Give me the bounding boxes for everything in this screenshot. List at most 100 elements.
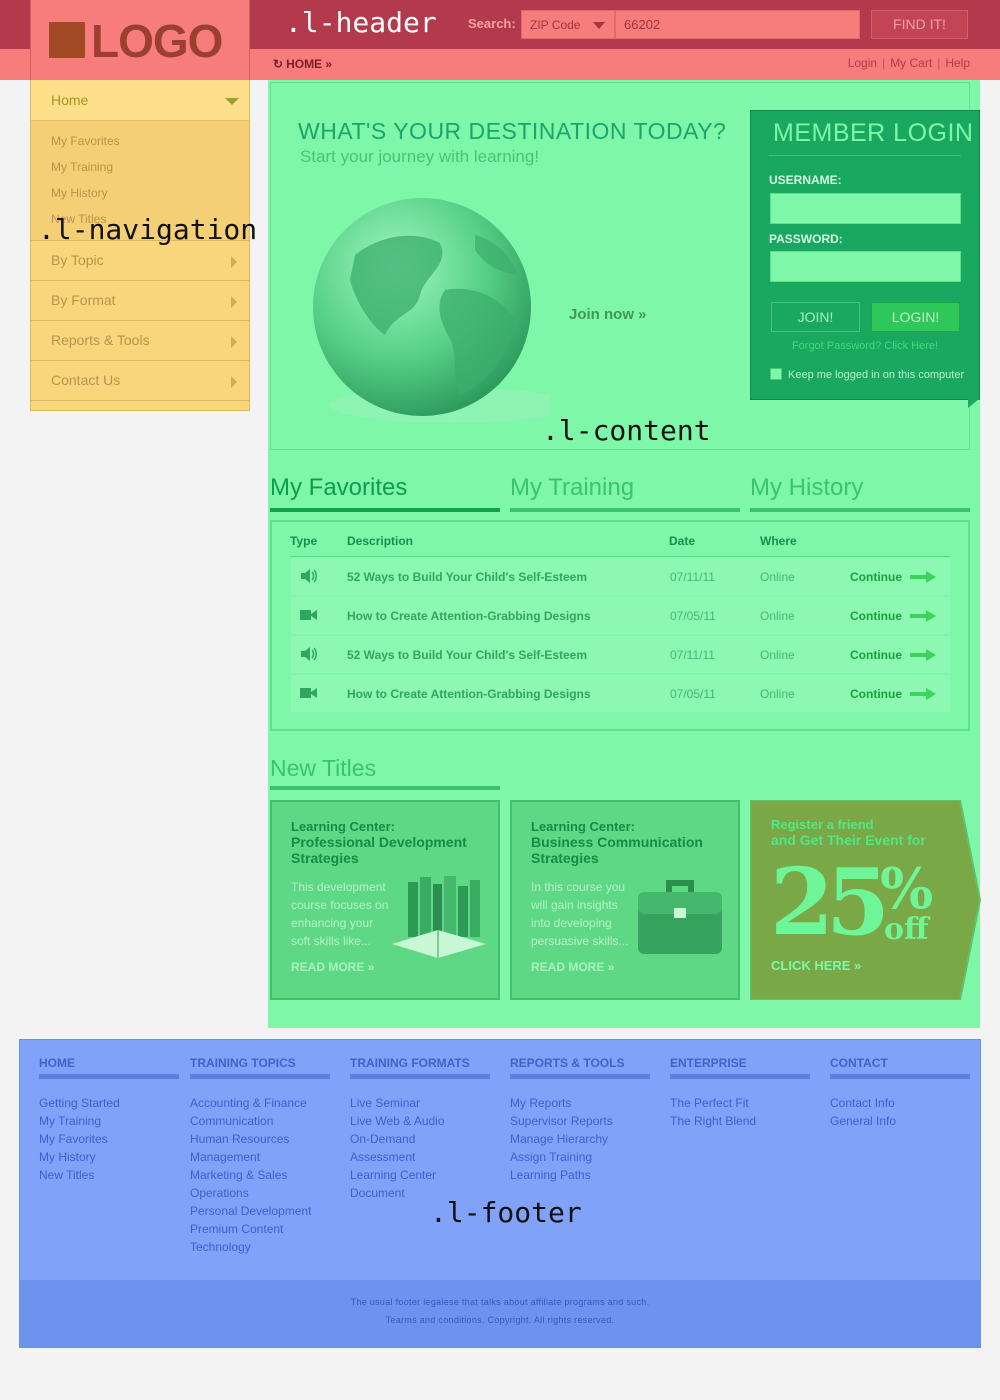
login-link[interactable]: Login [848,56,877,70]
read-more-link[interactable]: READ MORE » [291,960,374,974]
footer-link[interactable]: My Favorites [39,1132,179,1150]
my-cart-link[interactable]: My Cart [890,56,932,70]
footer-link[interactable]: Human Resources [190,1132,330,1150]
search-type-select[interactable]: ZIP Code [521,10,615,39]
row-description[interactable]: 52 Ways to Build Your Child's Self-Estee… [347,570,587,584]
nav-item-label: By Topic [51,252,104,268]
login-button[interactable]: LOGIN! [871,302,960,332]
navigation-annotation: .l-navigation [38,213,258,246]
join-button[interactable]: JOIN! [771,302,860,332]
footer-heading-rule [510,1074,650,1079]
footer-link[interactable]: Manage Hierarchy [510,1132,650,1150]
footer-link[interactable]: On-Demand [350,1132,490,1150]
tab-my-history[interactable]: My History [750,474,980,512]
course-card[interactable]: Learning Center: Business Communication … [510,800,740,1000]
nav-item-by-topic[interactable]: By Topic [31,240,249,280]
search-type-value: ZIP Code [530,18,581,32]
footer-link[interactable]: My History [39,1150,179,1168]
table-row[interactable]: How to Create Attention-Grabbing Designs… [291,597,950,634]
arrow-right-icon[interactable] [910,610,936,622]
footer-link[interactable]: My Reports [510,1096,650,1114]
column-header-type: Type [290,534,318,548]
forgot-password-link[interactable]: Forgot Password? Click Here! [751,340,979,352]
row-description[interactable]: 52 Ways to Build Your Child's Self-Estee… [347,648,587,662]
arrow-right-icon[interactable] [910,571,936,583]
nav-item-contact-us[interactable]: Contact Us [31,360,249,400]
table-row[interactable]: 52 Ways to Build Your Child's Self-Estee… [291,558,950,595]
footer-link[interactable]: Live Seminar [350,1096,490,1114]
read-more-link[interactable]: READ MORE » [531,960,614,974]
video-icon [300,688,317,698]
footer-link[interactable]: Learning Center [350,1168,490,1186]
footer-link[interactable]: Getting Started [39,1096,179,1114]
footer-column-training-topics: TRAINING TOPICS Accounting & Finance Com… [190,1056,330,1258]
footer-link[interactable]: Assign Training [510,1150,650,1168]
footer-link[interactable]: Technology [190,1240,330,1258]
footer-heading: TRAINING TOPICS [190,1056,296,1070]
row-description[interactable]: How to Create Attention-Grabbing Designs [347,687,591,701]
keep-logged-in-checkbox[interactable] [770,368,782,380]
course-card[interactable]: Learning Center: Professional Developmen… [270,800,500,1000]
password-field[interactable] [770,251,961,282]
promo-discount-number: 25 [770,848,890,956]
footer-heading-rule [350,1074,490,1079]
continue-link[interactable]: Continue [850,687,902,701]
arrow-right-icon[interactable] [910,649,936,661]
continue-link[interactable]: Continue [850,609,902,623]
footer-link[interactable]: Live Web & Audio [350,1114,490,1132]
table-row[interactable]: 52 Ways to Build Your Child's Self-Estee… [291,636,950,673]
footer-link[interactable]: Communication [190,1114,330,1132]
footer-link[interactable]: Premium Content [190,1222,330,1240]
row-description[interactable]: How to Create Attention-Grabbing Designs [347,609,591,623]
continue-link[interactable]: Continue [850,570,902,584]
search-input[interactable]: 66202 [615,10,860,39]
tab-my-training[interactable]: My Training [510,474,740,512]
click-here-link[interactable]: CLICK HERE » [771,958,861,973]
promo-banner[interactable]: Register a friend and Get Their Event fo… [750,800,982,1000]
find-it-button[interactable]: FIND IT! [871,10,968,39]
nav-sub-item-my-training[interactable]: My Training [31,158,249,184]
footer-link[interactable]: Assessment [350,1150,490,1168]
footer-link[interactable]: Operations [190,1186,330,1204]
column-header-date: Date [669,534,696,548]
nav-item-label: Home [51,92,89,108]
keep-logged-in-label: Keep me logged in on this computer [788,369,965,381]
footer-link[interactable]: My Training [39,1114,179,1132]
nav-sub-item-my-history[interactable]: My History [31,184,249,210]
footer-legal-bar [20,1280,980,1347]
footer-heading: TRAINING FORMATS [350,1056,470,1070]
briefcase-icon [638,880,722,954]
search-label: Search: [468,16,516,31]
nav-item-by-format[interactable]: By Format [31,280,249,320]
arrow-right-icon[interactable] [910,688,936,700]
nav-item-reports-tools[interactable]: Reports & Tools [31,320,249,360]
help-link[interactable]: Help [945,56,970,70]
join-now-link[interactable]: Join now » [569,306,647,323]
tab-my-favorites[interactable]: My Favorites [270,474,500,512]
footer-link[interactable]: The Perfect Fit [670,1096,810,1114]
keep-logged-in[interactable]: Keep me logged in on this computer [770,368,964,381]
footer-heading-rule [830,1074,970,1079]
login-title: MEMBER LOGIN [773,119,974,147]
footer-link[interactable]: Contact Info [830,1096,970,1114]
promo-line-1: Register a friend [771,817,874,832]
footer-link[interactable]: General Info [830,1114,970,1132]
footer-link[interactable]: Management [190,1150,330,1168]
tab-underline [510,508,740,512]
nav-item-home[interactable]: Home [31,80,249,121]
breadcrumb[interactable]: ↻ HOME » [273,57,332,71]
logo[interactable]: LOGO [30,0,250,80]
footer-link[interactable]: New Titles [39,1168,179,1186]
footer-link[interactable]: Personal Development [190,1204,330,1222]
username-field[interactable] [770,193,961,224]
footer-link[interactable]: Learning Paths [510,1168,650,1186]
footer-link[interactable]: Accounting & Finance [190,1096,330,1114]
continue-link[interactable]: Continue [850,648,902,662]
footer-link[interactable]: The Right Blend [670,1114,810,1132]
footer-link[interactable]: Marketing & Sales [190,1168,330,1186]
footer-link[interactable]: Supervisor Reports [510,1114,650,1132]
page: LOGO .l-header Search: ZIP Code 66202 FI… [0,0,1000,1400]
nav-sub-item-my-favorites[interactable]: My Favorites [31,132,249,158]
table-row[interactable]: How to Create Attention-Grabbing Designs… [291,675,950,712]
row-where: Online [760,687,795,701]
